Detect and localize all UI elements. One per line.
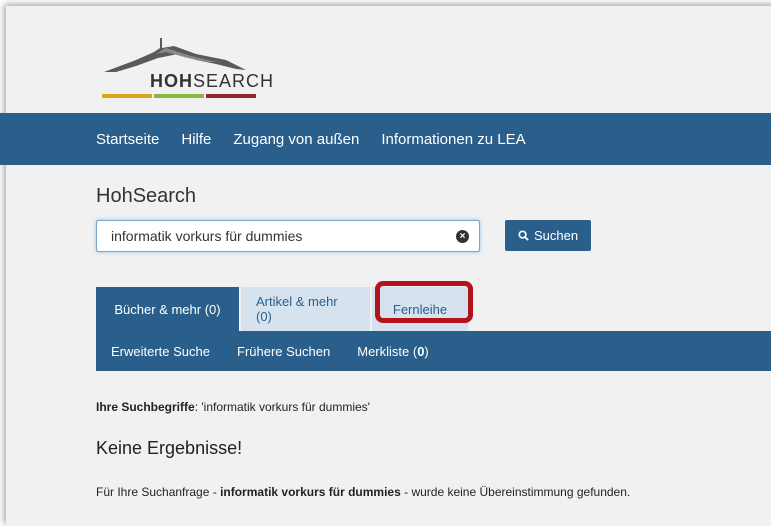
nav-item-lea[interactable]: Informationen zu LEA: [381, 131, 525, 148]
search-terms: Ihre Suchbegriffe: 'informatik vorkurs f…: [96, 400, 370, 414]
nav-item-hilfe[interactable]: Hilfe: [181, 131, 211, 148]
logo-wordmark: HOHSEARCH: [150, 71, 275, 91]
no-match-message: Für Ihre Suchanfrage - informatik vorkur…: [96, 485, 630, 499]
logo-bar-red: [206, 94, 256, 98]
sub-nav: Erweiterte Suche Frühere Suchen Merklist…: [96, 331, 771, 371]
subnav-advanced-search[interactable]: Erweiterte Suche: [111, 344, 210, 359]
message-prefix: Für Ihre Suchanfrage -: [96, 485, 221, 499]
page-title: HohSearch: [96, 185, 197, 207]
subnav-history[interactable]: Frühere Suchen: [237, 344, 330, 359]
search-button[interactable]: Suchen: [505, 220, 591, 251]
tab-books[interactable]: Bücher & mehr (0): [96, 287, 239, 331]
logo-color-bars: [102, 94, 302, 99]
no-results-heading: Keine Ergebnisse!: [96, 438, 243, 458]
message-query: informatik vorkurs für dummies: [220, 485, 401, 499]
tab-articles[interactable]: Artikel & mehr (0): [241, 287, 370, 331]
nav-item-startseite[interactable]: Startseite: [96, 131, 159, 148]
message-suffix: - wurde keine Übereinstimmung gefunden.: [400, 485, 631, 499]
nav-item-zugang[interactable]: Zugang von außen: [233, 131, 359, 148]
subnav-watchlist[interactable]: Merkliste (0): [357, 344, 429, 359]
watchlist-label: Merkliste (: [357, 343, 418, 359]
main-nav: Startseite Hilfe Zugang von außen Inform…: [0, 113, 771, 165]
logo-bar-yellow: [102, 94, 152, 98]
search-terms-value: : 'informatik vorkurs für dummies': [194, 400, 370, 414]
clear-search-icon[interactable]: ×: [456, 230, 469, 243]
search-button-label: Suchen: [533, 228, 579, 243]
watchlist-close-paren: ): [424, 343, 429, 359]
search-field[interactable]: ×: [96, 220, 480, 252]
fernleihe-highlight-annotation: [375, 281, 473, 323]
search-input[interactable]: [109, 227, 453, 245]
magnifier-icon: [518, 230, 529, 241]
search-terms-label: Ihre Suchbegriffe: [96, 400, 195, 414]
logo-bar-green: [154, 94, 204, 98]
hohsearch-logo[interactable]: HOHSEARCH: [96, 24, 316, 104]
